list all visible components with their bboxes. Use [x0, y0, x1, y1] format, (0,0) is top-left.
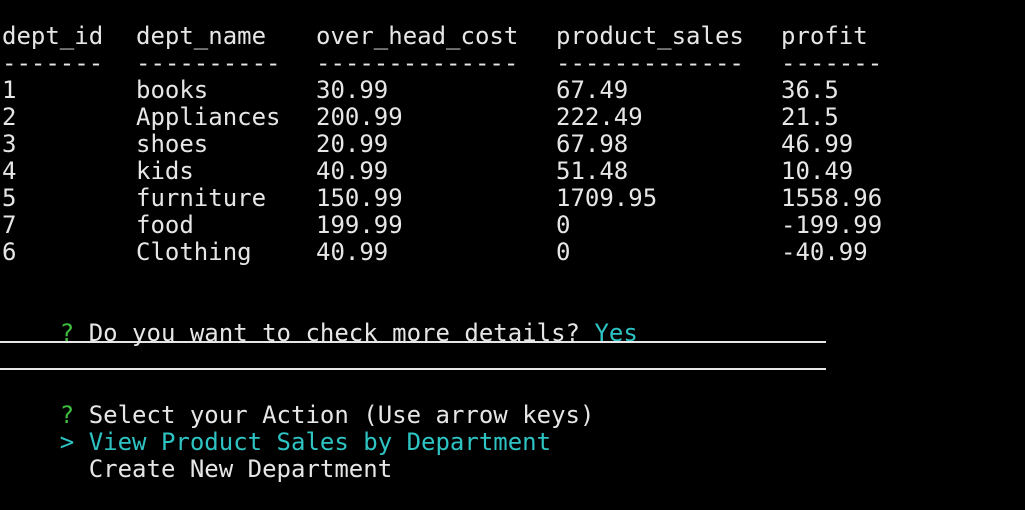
overhead-cost-cell: 150.99 — [316, 184, 403, 212]
menu-item-view-product-sales[interactable]: > View Product Sales by Department — [2, 402, 551, 456]
profit-cell: 36.5 — [781, 76, 839, 104]
overhead-cost-cell: 199.99 — [316, 211, 403, 239]
table-divider: ------- — [2, 49, 104, 77]
profit-cell: 46.99 — [781, 130, 854, 158]
dept-id-cell: 1 — [2, 76, 17, 104]
dept-name-cell: books — [136, 76, 209, 104]
menu-item-create-department[interactable]: Create New Department — [2, 429, 392, 483]
dept-id-cell: 5 — [2, 184, 17, 212]
overhead-cost-cell: 40.99 — [316, 157, 389, 185]
table-row: 7 food 199.99 0 -199.99 — [0, 211, 882, 239]
dept-name-cell: kids — [136, 157, 194, 185]
profit-cell: -199.99 — [781, 211, 883, 239]
separator-line — [0, 341, 826, 343]
table-header: profit — [781, 22, 868, 50]
dept-id-cell: 6 — [2, 238, 17, 266]
product-sales-cell: 0 — [556, 238, 571, 266]
table-header: product_sales — [556, 22, 744, 50]
dept-name-cell: Appliances — [136, 103, 281, 131]
dept-name-cell: food — [136, 211, 194, 239]
table-header: dept_id — [2, 22, 104, 50]
dept-name-cell: shoes — [136, 130, 209, 158]
profit-cell: 10.49 — [781, 157, 854, 185]
dept-id-cell: 4 — [2, 157, 17, 185]
overhead-cost-cell: 30.99 — [316, 76, 389, 104]
table-divider: ------- — [781, 49, 883, 77]
table-row: 4 kids 40.99 51.48 10.49 — [0, 157, 853, 185]
table-row: 3 shoes 20.99 67.98 46.99 — [0, 130, 853, 158]
select-prompt: ? Select your Action (Use arrow keys) — [2, 375, 595, 429]
table-header: over_head_cost — [316, 22, 519, 50]
overhead-cost-cell: 40.99 — [316, 238, 389, 266]
menu-item-label: Create New Department — [88, 455, 393, 483]
dept-id-cell: 3 — [2, 130, 17, 158]
product-sales-cell: 0 — [556, 211, 571, 239]
profit-cell: 1558.96 — [781, 184, 883, 212]
product-sales-cell: 1709.95 — [556, 184, 658, 212]
table-row: 1 books 30.99 67.49 36.5 — [0, 76, 839, 104]
table-header: dept_name — [136, 22, 267, 50]
table-divider: -------------- — [316, 49, 519, 77]
dept-id-cell: 2 — [2, 103, 17, 131]
table-divider: ---------- — [136, 49, 281, 77]
overhead-cost-cell: 20.99 — [316, 130, 389, 158]
separator-line — [0, 368, 826, 370]
dept-id-cell: 7 — [2, 211, 17, 239]
table-header-row: dept_id dept_name over_head_cost product… — [0, 23, 868, 50]
product-sales-cell: 51.48 — [556, 157, 629, 185]
confirm-prompt: ? Do you want to check more details? Yes — [2, 293, 638, 347]
table-row: 2 Appliances 200.99 222.49 21.5 — [0, 103, 839, 131]
dept-name-cell: furniture — [136, 184, 267, 212]
overhead-cost-cell: 200.99 — [316, 103, 403, 131]
product-sales-cell: 67.49 — [556, 76, 629, 104]
product-sales-cell: 67.98 — [556, 130, 629, 158]
table-row: 5 furniture 150.99 1709.95 1558.96 — [0, 184, 882, 212]
dept-name-cell: Clothing — [136, 238, 252, 266]
profit-cell: 21.5 — [781, 103, 839, 131]
table-row: 6 Clothing 40.99 0 -40.99 — [0, 238, 868, 266]
table-divider-row: ------- ---------- -------------- ------… — [0, 50, 882, 77]
profit-cell: -40.99 — [781, 238, 868, 266]
terminal-window: dept_id dept_name over_head_cost product… — [0, 0, 1025, 483]
product-sales-cell: 222.49 — [556, 103, 643, 131]
table-divider: ------------- — [556, 49, 744, 77]
